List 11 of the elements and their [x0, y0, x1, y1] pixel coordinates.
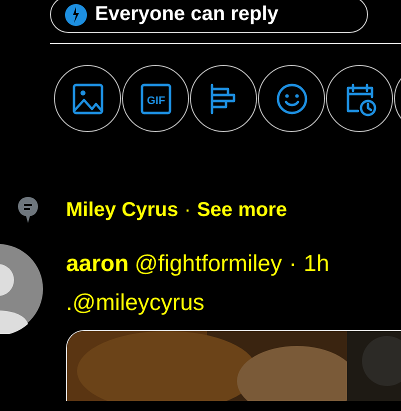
tweet-text: .@mileycyrus [66, 289, 206, 316]
separator-dot: · [288, 250, 297, 277]
see-more-link[interactable]: See more [196, 198, 287, 222]
topic-name[interactable]: Miley Cyrus [66, 198, 178, 222]
author-name[interactable]: aaron [66, 250, 129, 277]
toolbar-button[interactable]: GIF [122, 65, 189, 132]
separator-dot: · [184, 198, 191, 222]
author-handle[interactable]: @fightformiley [134, 250, 282, 277]
tweet-time[interactable]: 1h [304, 250, 330, 277]
speech-bubble-icon [17, 196, 39, 224]
reply-setting-button[interactable]: Everyone can reply [50, 0, 368, 33]
